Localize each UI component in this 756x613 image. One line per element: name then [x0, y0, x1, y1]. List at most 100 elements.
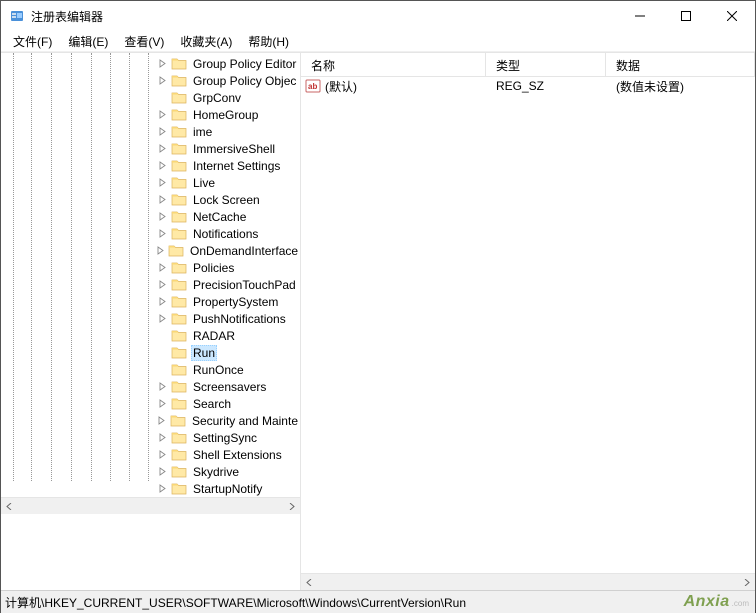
tree-node[interactable]: Policies — [1, 259, 300, 276]
tree-node-label: NetCache — [191, 210, 248, 224]
column-data[interactable]: 数据 — [606, 53, 755, 76]
expand-icon[interactable] — [156, 195, 168, 204]
folder-icon — [171, 91, 187, 105]
column-type[interactable]: 类型 — [486, 53, 606, 76]
expand-icon[interactable] — [156, 110, 168, 119]
tree-node-label: Lock Screen — [191, 193, 262, 207]
tree-node-label: RADAR — [191, 329, 237, 343]
tree-node[interactable]: ImmersiveShell — [1, 140, 300, 157]
registry-tree[interactable]: Group Policy Editor Group Policy Objec Grp… — [1, 53, 300, 497]
menu-favorites[interactable]: 收藏夹(A) — [172, 31, 240, 52]
scroll-right-icon[interactable] — [738, 574, 755, 591]
values-hscrollbar[interactable] — [301, 573, 755, 590]
scroll-track[interactable] — [18, 498, 283, 514]
folder-icon — [171, 125, 187, 139]
expand-icon[interactable] — [156, 59, 168, 68]
expand-icon[interactable] — [156, 144, 168, 153]
expand-icon[interactable] — [156, 484, 168, 493]
menu-view[interactable]: 查看(V) — [116, 31, 172, 52]
tree-node[interactable]: Group Policy Objec — [1, 72, 300, 89]
tree-node[interactable]: Screensavers — [1, 378, 300, 395]
tree-node[interactable]: Skydrive — [1, 463, 300, 480]
expand-icon[interactable] — [156, 450, 168, 459]
folder-icon — [171, 448, 187, 462]
tree-node-label: OnDemandInterface — [188, 244, 300, 258]
tree-node[interactable]: Security and Mainte — [1, 412, 300, 429]
expand-icon[interactable] — [156, 127, 168, 136]
expand-icon[interactable] — [156, 246, 165, 255]
tree-node-label: RunOnce — [191, 363, 246, 377]
values-list[interactable]: ab (默认) REG_SZ (数值未设置) — [301, 77, 755, 573]
scroll-right-icon[interactable] — [283, 498, 300, 515]
folder-icon — [171, 57, 187, 71]
tree-node-label: Screensavers — [191, 380, 268, 394]
tree-node[interactable]: HomeGroup — [1, 106, 300, 123]
expand-icon[interactable] — [156, 229, 168, 238]
tree-node[interactable]: RunOnce — [1, 361, 300, 378]
expand-icon[interactable] — [156, 467, 168, 476]
tree-node-label: GrpConv — [191, 91, 243, 105]
tree-node-label: PrecisionTouchPad — [191, 278, 298, 292]
tree-pane[interactable]: Group Policy Editor Group Policy Objec Grp… — [1, 53, 301, 590]
tree-node[interactable]: RADAR — [1, 327, 300, 344]
folder-icon — [171, 227, 187, 241]
expand-icon[interactable] — [156, 382, 168, 391]
tree-node[interactable]: SettingSync — [1, 429, 300, 446]
scroll-left-icon[interactable] — [301, 574, 318, 591]
expand-icon[interactable] — [156, 314, 168, 323]
expand-icon[interactable] — [156, 399, 168, 408]
expand-icon[interactable] — [156, 433, 168, 442]
column-name[interactable]: 名称 — [301, 53, 486, 76]
close-button[interactable] — [709, 1, 755, 31]
value-row[interactable]: ab (默认) REG_SZ (数值未设置) — [301, 77, 755, 95]
tree-node[interactable]: ime — [1, 123, 300, 140]
folder-icon — [171, 108, 187, 122]
tree-node[interactable]: Group Policy Editor — [1, 55, 300, 72]
folder-icon — [171, 397, 187, 411]
folder-icon — [170, 414, 186, 428]
scroll-track[interactable] — [318, 574, 738, 590]
tree-node[interactable]: Internet Settings — [1, 157, 300, 174]
tree-node-label: PropertySystem — [191, 295, 280, 309]
tree-node[interactable]: Notifications — [1, 225, 300, 242]
menu-file[interactable]: 文件(F) — [5, 31, 60, 52]
folder-icon — [171, 176, 187, 190]
expand-icon[interactable] — [156, 263, 168, 272]
scroll-left-icon[interactable] — [1, 498, 18, 515]
tree-node[interactable]: PushNotifications — [1, 310, 300, 327]
tree-node[interactable]: Shell Extensions — [1, 446, 300, 463]
expand-icon[interactable] — [156, 297, 168, 306]
tree-node-label: PushNotifications — [191, 312, 288, 326]
minimize-button[interactable] — [617, 1, 663, 31]
folder-icon — [171, 312, 187, 326]
menu-help[interactable]: 帮助(H) — [240, 31, 297, 52]
expand-icon[interactable] — [156, 416, 167, 425]
tree-node[interactable]: PropertySystem — [1, 293, 300, 310]
folder-icon — [171, 210, 187, 224]
menu-edit[interactable]: 编辑(E) — [60, 31, 116, 52]
tree-node[interactable]: Live — [1, 174, 300, 191]
tree-node[interactable]: GrpConv — [1, 89, 300, 106]
status-path: 计算机\HKEY_CURRENT_USER\SOFTWARE\Microsoft… — [5, 594, 466, 611]
values-pane: 名称 类型 数据 ab (默认) REG_SZ (数值未设置) — [301, 53, 755, 590]
tree-node[interactable]: StartupNotify — [1, 480, 300, 497]
tree-node[interactable]: Run — [1, 344, 300, 361]
tree-node-label: Notifications — [191, 227, 260, 241]
tree-node-label: Search — [191, 397, 233, 411]
value-data: (数值未设置) — [606, 78, 755, 95]
expand-icon[interactable] — [156, 212, 168, 221]
tree-node[interactable]: Search — [1, 395, 300, 412]
folder-icon — [171, 380, 187, 394]
expand-icon[interactable] — [156, 161, 168, 170]
tree-node[interactable]: OnDemandInterface — [1, 242, 300, 259]
tree-node-label: Live — [191, 176, 217, 190]
tree-node[interactable]: PrecisionTouchPad — [1, 276, 300, 293]
maximize-button[interactable] — [663, 1, 709, 31]
tree-hscrollbar[interactable] — [1, 497, 300, 514]
expand-icon[interactable] — [156, 178, 168, 187]
tree-node-label: Group Policy Objec — [191, 74, 298, 88]
tree-node[interactable]: NetCache — [1, 208, 300, 225]
expand-icon[interactable] — [156, 76, 168, 85]
expand-icon[interactable] — [156, 280, 168, 289]
tree-node[interactable]: Lock Screen — [1, 191, 300, 208]
